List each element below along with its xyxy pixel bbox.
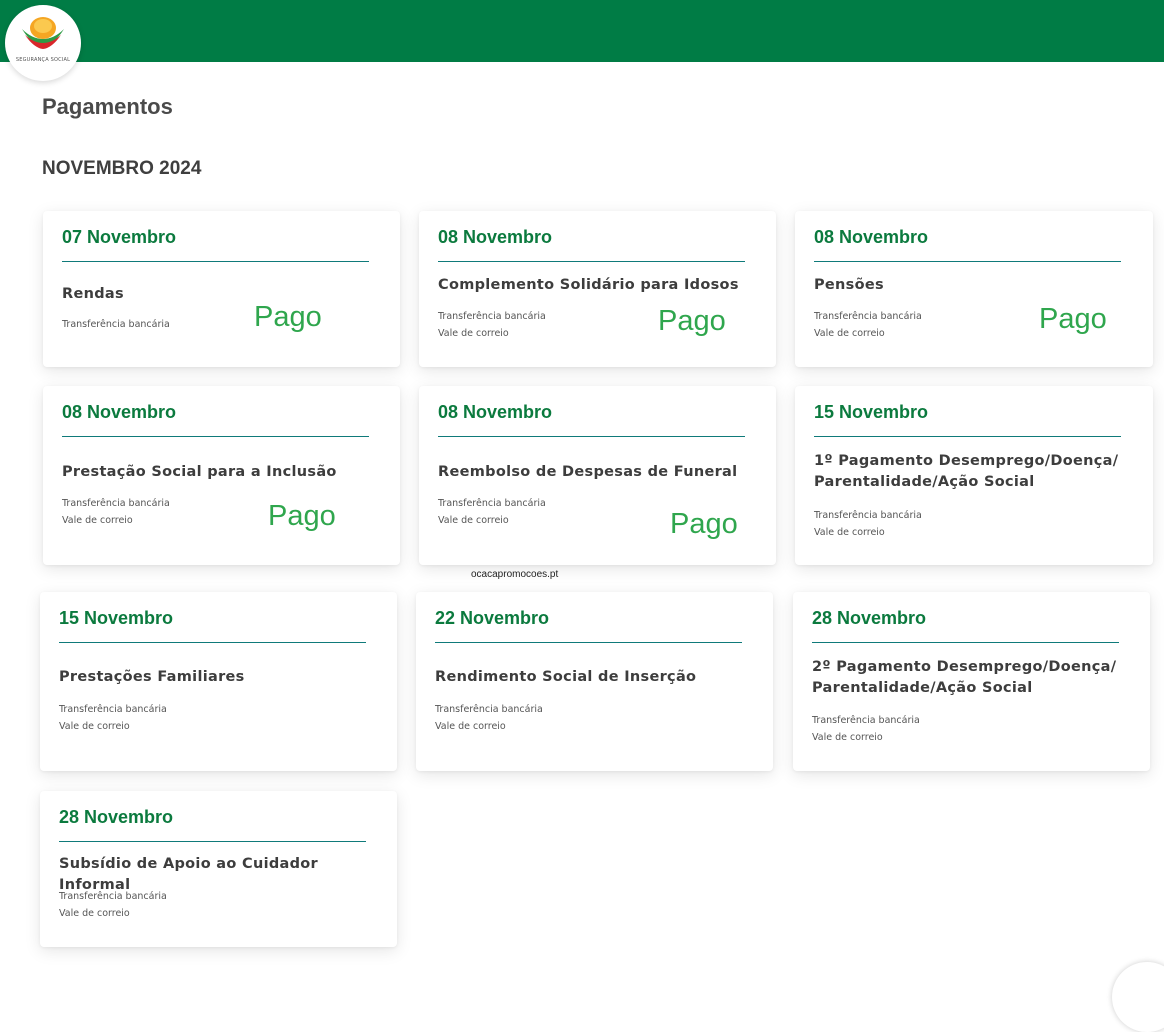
paid-status: Pago xyxy=(254,301,322,333)
payment-card: 15 Novembro 1º Pagamento Desemprego/Doen… xyxy=(795,386,1153,565)
payment-method: Transferência bancária xyxy=(62,498,170,509)
card-divider xyxy=(62,436,369,437)
card-methods: Transferência bancária Vale de correio xyxy=(812,712,920,746)
card-methods: Transferência bancária Vale de correio xyxy=(62,495,170,529)
card-date: 15 Novembro xyxy=(59,608,174,628)
card-divider xyxy=(438,261,745,262)
payment-method: Transferência bancária xyxy=(438,311,546,322)
payment-card: 22 Novembro Rendimento Social de Inserçã… xyxy=(416,592,773,771)
payment-method: Vale de correio xyxy=(814,328,885,339)
payment-method: Vale de correio xyxy=(59,721,130,732)
payment-method: Transferência bancária xyxy=(438,498,546,509)
card-date: 08 Novembro xyxy=(438,402,553,422)
card-title: Pensões xyxy=(814,277,884,293)
card-divider xyxy=(812,642,1119,643)
card-date: 08 Novembro xyxy=(814,227,929,247)
payment-method: Vale de correio xyxy=(62,515,133,526)
payment-card: 28 Novembro 2º Pagamento Desemprego/Doen… xyxy=(793,592,1150,771)
card-methods: Transferência bancária Vale de correio xyxy=(59,701,167,735)
month-heading: NOVEMBRO 2024 xyxy=(42,158,202,179)
card-date: 15 Novembro xyxy=(814,402,929,422)
payment-method: Transferência bancária xyxy=(814,510,922,521)
seguranca-social-logo[interactable]: SEGURANÇA SOCIAL xyxy=(5,5,81,81)
card-date: 08 Novembro xyxy=(62,402,177,422)
logo-text: SEGURANÇA SOCIAL xyxy=(15,57,71,63)
card-title: 1º Pagamento Desemprego/Doença/ Parental… xyxy=(814,453,1119,490)
card-divider xyxy=(814,261,1121,262)
card-divider xyxy=(62,261,369,262)
card-methods: Transferência bancária Vale de correio xyxy=(814,308,922,342)
card-divider xyxy=(59,841,366,842)
payment-card: 08 Novembro Complemento Solidário para I… xyxy=(419,211,776,367)
card-methods: Transferência bancária Vale de correio xyxy=(438,308,546,342)
card-title: Reembolso de Despesas de Funeral xyxy=(438,464,738,480)
card-title: Complemento Solidário para Idosos xyxy=(438,277,739,293)
card-methods: Transferência bancária Vale de correio xyxy=(814,507,922,541)
card-title: Rendas xyxy=(62,286,124,302)
payment-method: Vale de correio xyxy=(812,732,883,743)
payment-method: Vale de correio xyxy=(59,908,130,919)
card-divider xyxy=(438,436,745,437)
payment-method: Transferência bancária xyxy=(62,319,170,330)
payment-method: Vale de correio xyxy=(438,515,509,526)
card-date: 22 Novembro xyxy=(435,608,550,628)
paid-status: Pago xyxy=(670,508,738,540)
card-methods: Transferência bancária Vale de correio xyxy=(438,495,546,529)
card-date: 08 Novembro xyxy=(438,227,553,247)
payment-card: 08 Novembro Pensões Transferência bancár… xyxy=(795,211,1153,367)
logo-emblem-icon xyxy=(22,17,64,49)
payment-method: Vale de correio xyxy=(438,328,509,339)
paid-status: Pago xyxy=(658,305,726,337)
card-divider xyxy=(59,642,366,643)
card-methods: Transferência bancária xyxy=(62,316,170,333)
card-divider xyxy=(814,436,1121,437)
watermark-text: ocacapromocoes.pt xyxy=(471,569,559,580)
payment-card: 28 Novembro Subsídio de Apoio ao Cuidado… xyxy=(40,791,397,947)
payment-method: Transferência bancária xyxy=(435,704,543,715)
card-date: 28 Novembro xyxy=(59,807,174,827)
payment-card: 08 Novembro Reembolso de Despesas de Fun… xyxy=(419,386,776,565)
payment-method: Transferência bancária xyxy=(812,715,920,726)
payment-card: 15 Novembro Prestações Familiares Transf… xyxy=(40,592,397,771)
page-title: Pagamentos xyxy=(42,94,173,119)
chat-widget-button[interactable] xyxy=(1112,962,1164,1032)
card-date: 28 Novembro xyxy=(812,608,927,628)
paid-status: Pago xyxy=(1039,303,1107,335)
payment-method: Transferência bancária xyxy=(814,311,922,322)
payment-card: 08 Novembro Prestação Social para a Incl… xyxy=(43,386,400,565)
payment-method: Vale de correio xyxy=(435,721,506,732)
card-title: Prestação Social para a Inclusão xyxy=(62,464,337,480)
payment-method: Transferência bancária xyxy=(59,891,167,902)
payment-card: 07 Novembro Rendas Transferência bancári… xyxy=(43,211,400,367)
card-divider xyxy=(435,642,742,643)
payment-method: Transferência bancária xyxy=(59,704,167,715)
card-title: Prestações Familiares xyxy=(59,669,245,685)
card-date: 07 Novembro xyxy=(62,227,177,247)
card-title: Rendimento Social de Inserção xyxy=(435,669,697,685)
paid-status: Pago xyxy=(268,500,336,532)
top-bar xyxy=(0,0,1164,62)
card-methods: Transferência bancária Vale de correio xyxy=(59,888,167,922)
card-title: 2º Pagamento Desemprego/Doença/ Parental… xyxy=(812,659,1117,696)
payment-method: Vale de correio xyxy=(814,527,885,538)
card-methods: Transferência bancária Vale de correio xyxy=(435,701,543,735)
